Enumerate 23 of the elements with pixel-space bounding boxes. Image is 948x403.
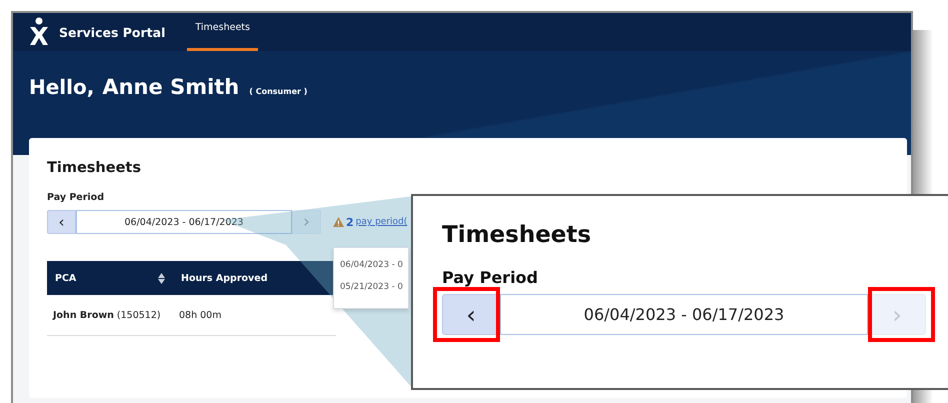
pca-id: (150512) xyxy=(116,310,161,320)
dropdown-item[interactable]: 05/21/2023 - 0 xyxy=(334,276,408,298)
greeting-text: Hello, xyxy=(29,75,94,99)
user-role: ( Consumer ) xyxy=(249,87,308,96)
person-logo-icon xyxy=(29,17,49,47)
user-name: Anne Smith xyxy=(102,75,240,99)
column-header[interactable]: PCA xyxy=(47,261,173,295)
callout-pay-period-label: Pay Period xyxy=(442,268,539,287)
pay-period-field[interactable]: 06/04/2023 - 06/17/2023 xyxy=(76,210,292,234)
pay-period-label: Pay Period xyxy=(47,192,105,203)
pay-period-field[interactable]: 06/04/2023 - 06/17/2023 xyxy=(500,294,868,335)
pca-name: John Brown xyxy=(53,310,114,320)
hours-cell: 08h 00m xyxy=(179,310,222,320)
warning-icon xyxy=(333,217,344,227)
column-header: Hours Approved xyxy=(173,261,336,295)
sort-icon[interactable] xyxy=(158,272,165,284)
pay-periods-link[interactable]: pay period( xyxy=(356,217,408,227)
app-title: Services Portal xyxy=(59,24,166,40)
callout-title: Timesheets xyxy=(442,222,592,248)
dropdown-item[interactable]: 06/04/2023 - 0 xyxy=(334,254,408,276)
alert-count: 2 xyxy=(346,216,354,228)
card-title: Timesheets xyxy=(47,160,142,176)
previous-button[interactable]: ‹ xyxy=(47,210,76,234)
